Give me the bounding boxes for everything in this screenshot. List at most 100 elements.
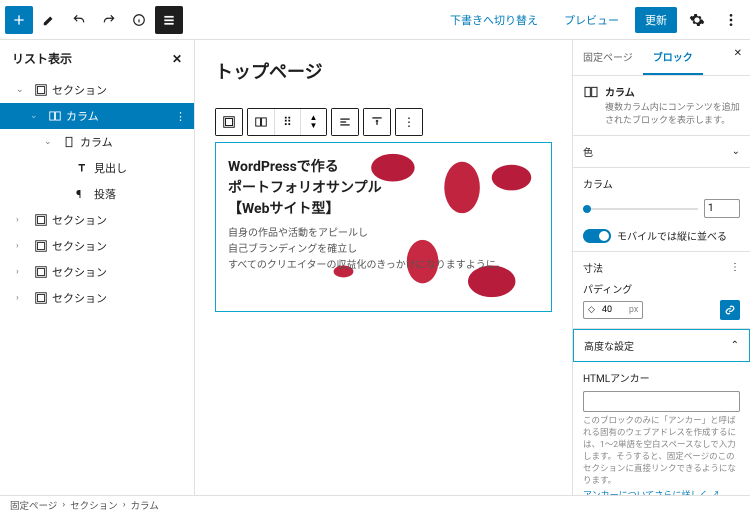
drag-handle-icon[interactable]: ⠿ (274, 109, 300, 135)
stack-mobile-toggle[interactable] (583, 229, 611, 243)
stack-mobile-label: モバイルでは縦に並べる (617, 228, 727, 243)
breadcrumb: 固定ページ › セクション › カラム (0, 495, 750, 513)
section-icon (34, 239, 48, 253)
close-icon[interactable]: ✕ (172, 52, 182, 66)
tab-page[interactable]: 固定ページ (573, 40, 643, 75)
editor-canvas[interactable]: トップページ ⠿ ▲▼ ⋮ WordPressで作る ポートフォリオサンプル 【… (195, 40, 572, 495)
chevron-icon[interactable]: › (16, 293, 30, 303)
vertical-align-button[interactable] (364, 109, 390, 135)
add-block-button[interactable] (5, 6, 33, 34)
toolbar-left (5, 6, 183, 34)
block-name: カラム (605, 84, 740, 99)
block-toolbar: ⠿ ▲▼ ⋮ (215, 108, 552, 136)
paragraph-icon: ¶ (76, 188, 90, 201)
item-more-icon[interactable]: ⋮ (175, 110, 186, 123)
anchor-help: このブロックのみに「アンカー」と呼ばれる固有のウェブアドレスを作成するには、1〜… (583, 416, 740, 487)
list-view-button[interactable] (155, 6, 183, 34)
tree-item-columns[interactable]: ⌄ カラム ⋮ (0, 103, 194, 129)
chevron-icon[interactable]: › (16, 215, 30, 225)
tree-item-section[interactable]: › セクション (0, 285, 194, 311)
block-more-button[interactable]: ⋮ (396, 109, 422, 135)
chevron-icon[interactable]: › (16, 267, 30, 277)
tree-item-paragraph[interactable]: ¶ 投落 (0, 181, 194, 207)
columns-slider[interactable] (583, 208, 698, 210)
block-description: 複数カラム内にコンテンツを追加されたブロックを表示します。 (605, 102, 740, 127)
tree-item-label: 見出し (94, 160, 127, 176)
padding-input[interactable] (599, 302, 625, 318)
chevron-icon[interactable]: ⌄ (30, 111, 44, 121)
tree-item-label: カラム (80, 134, 113, 150)
tree-item-section[interactable]: ⌄ セクション (0, 77, 194, 103)
heading-icon (76, 162, 90, 174)
list-view-panel: リスト表示 ✕ ⌄ セクション ⌄ カラム ⋮ ⌄ カラム見出し ¶ 投落 › セクション › セクショ… (0, 40, 195, 495)
block-type-icon[interactable] (216, 109, 242, 135)
block-info-section: カラム 複数カラム内にコンテンツを追加されたブロックを表示します。 (573, 76, 750, 136)
close-inspector-icon[interactable]: ✕ (726, 40, 750, 75)
tree-item-section[interactable]: › セクション (0, 207, 194, 233)
dimensions-section: 寸法⋮ パディング ◇ px (573, 252, 750, 329)
tree-item-label: セクション (52, 238, 107, 254)
padding-sides-icon[interactable]: ◇ (584, 302, 599, 318)
list-view-title: リスト表示 (12, 50, 72, 67)
section-icon (34, 265, 48, 279)
tree-item-section[interactable]: › セクション (0, 233, 194, 259)
move-buttons[interactable]: ▲▼ (300, 109, 326, 135)
paragraph-block: 自身の作品や活動をアピールし 自己ブランディングを確立し すべてのクリエイターの… (228, 226, 539, 274)
chevron-icon[interactable]: ⌄ (44, 137, 58, 147)
toolbar-right: 下書きへ切り替え プレビュー 更新 (440, 6, 745, 34)
undo-button[interactable] (65, 6, 93, 34)
edit-mode-button[interactable] (35, 6, 63, 34)
chevron-icon[interactable]: ⌄ (16, 85, 30, 95)
selected-columns-block[interactable]: WordPressで作る ポートフォリオサンプル 【Webサイト型】 自身の作品… (215, 142, 552, 312)
advanced-section[interactable]: 高度な設定⌃ (573, 329, 750, 362)
top-toolbar: 下書きへ切り替え プレビュー 更新 (0, 0, 750, 40)
anchor-learn-more-link[interactable]: アンカーについてさらに詳しく ↗ (583, 488, 740, 495)
redo-button[interactable] (95, 6, 123, 34)
tree-item-label: セクション (52, 290, 107, 306)
tree-item-label: セクション (52, 264, 107, 280)
update-button[interactable]: 更新 (635, 7, 677, 33)
tree-item-heading[interactable]: 見出し (0, 155, 194, 181)
columns-icon[interactable] (248, 109, 274, 135)
padding-control[interactable]: ◇ px (583, 301, 643, 319)
breadcrumb-item[interactable]: カラム (131, 498, 159, 512)
tree-item-label: カラム (66, 108, 99, 124)
heading-line1: WordPressで作る (228, 157, 539, 178)
align-button[interactable] (332, 109, 358, 135)
more-icon[interactable]: ⋮ (730, 262, 740, 273)
padding-label: パディング (583, 281, 740, 296)
tab-block[interactable]: ブロック (643, 40, 703, 75)
block-tree: ⌄セクション⌄カラム⋮⌄カラム見出し¶投落›セクション›セクション›セクション›… (0, 77, 194, 495)
more-options-button[interactable] (717, 6, 745, 34)
breadcrumb-item[interactable]: 固定ページ (10, 498, 57, 512)
tree-item-label: セクション (52, 82, 107, 98)
tree-item-section[interactable]: › セクション (0, 259, 194, 285)
tree-item-label: セクション (52, 212, 107, 228)
switch-draft-button[interactable]: 下書きへ切り替え (440, 7, 548, 33)
tree-item-label: 投落 (94, 186, 116, 202)
settings-button[interactable] (683, 6, 711, 34)
section-icon (34, 291, 48, 305)
color-section[interactable]: 色⌄ (573, 136, 750, 168)
info-button[interactable] (125, 6, 153, 34)
padding-unit: px (625, 302, 642, 318)
heading-line3: 【Webサイト型】 (228, 199, 539, 220)
inspector-tabs: 固定ページ ブロック ✕ (573, 40, 750, 76)
anchor-input[interactable] (583, 391, 740, 412)
columns-section: カラム モバイルでは縦に並べる (573, 168, 750, 252)
link-padding-icon[interactable] (720, 300, 740, 320)
anchor-section: HTMLアンカー このブロックのみに「アンカー」と呼ばれる固有のウェブアドレスを… (573, 362, 750, 495)
chevron-down-icon: ⌄ (732, 146, 740, 157)
heading-line2: ポートフォリオサンプル (228, 178, 539, 199)
preview-button[interactable]: プレビュー (554, 7, 629, 33)
columns-icon (583, 84, 599, 100)
inspector-panel: 固定ページ ブロック ✕ カラム 複数カラム内にコンテンツを追加されたブロックを… (572, 40, 750, 495)
anchor-label: HTMLアンカー (583, 370, 740, 385)
breadcrumb-item[interactable]: セクション (70, 498, 118, 512)
chevron-icon[interactable]: › (16, 241, 30, 251)
columns-input[interactable] (704, 199, 740, 218)
chevron-up-icon: ⌃ (731, 340, 739, 351)
columns-icon (48, 109, 62, 123)
tree-item-column[interactable]: ⌄ カラム (0, 129, 194, 155)
main-area: リスト表示 ✕ ⌄ セクション ⌄ カラム ⋮ ⌄ カラム見出し ¶ 投落 › セクション › セクショ… (0, 40, 750, 495)
